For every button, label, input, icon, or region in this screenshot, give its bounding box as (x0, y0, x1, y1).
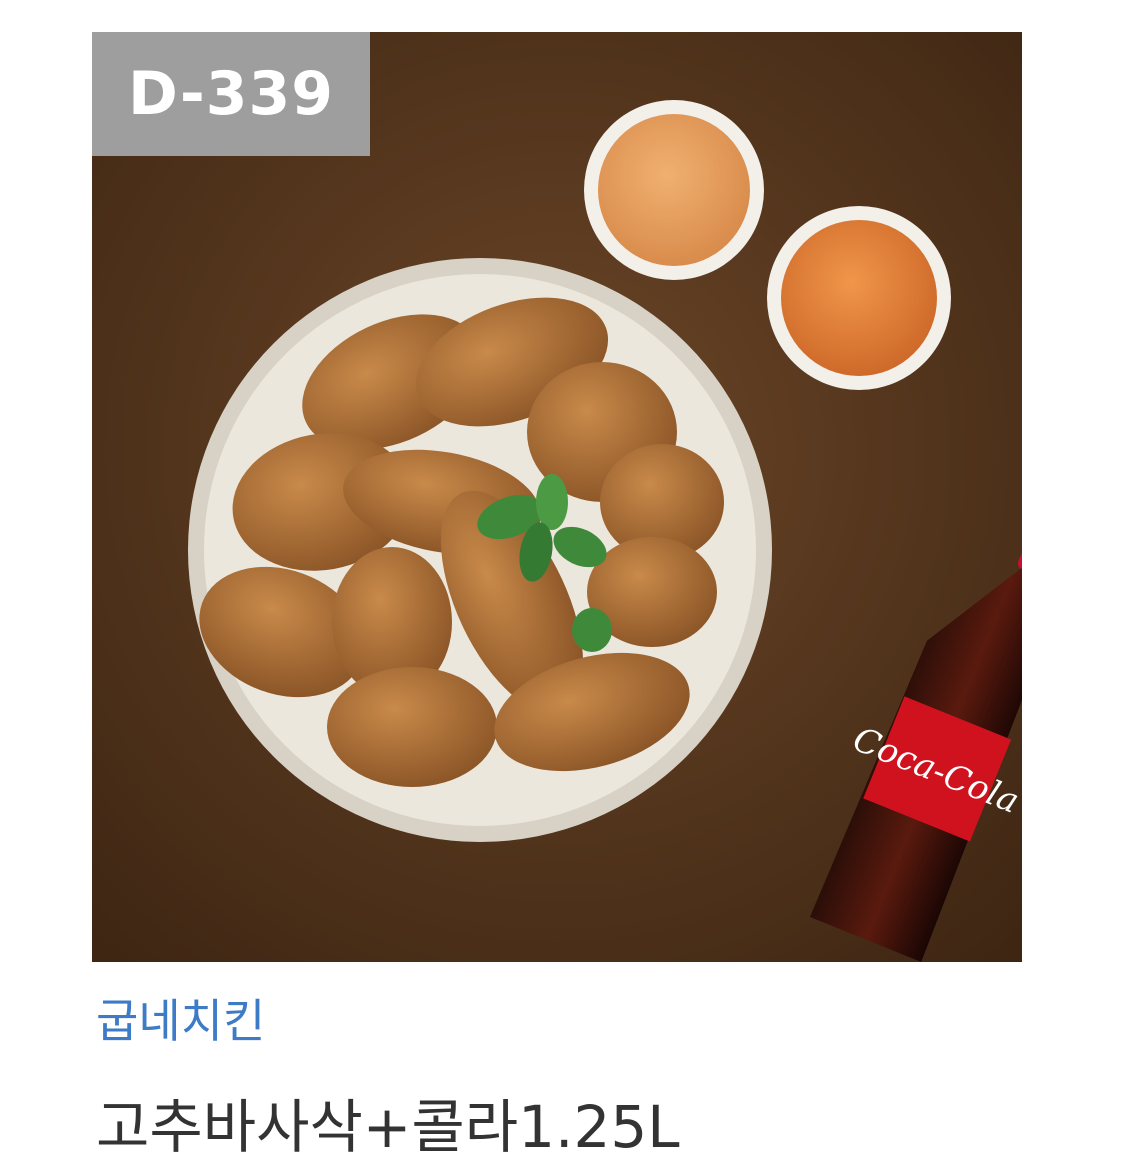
sauce-cup-2 (767, 206, 951, 390)
dday-badge: D-339 (92, 32, 370, 156)
sauce-cup-1 (584, 100, 764, 280)
product-name[interactable]: 고추바사삭+콜라1.25L (96, 1080, 680, 1164)
brand-name[interactable]: 굽네치킨 (96, 985, 265, 1051)
product-image[interactable]: Coca-Cola (92, 32, 1022, 962)
product-photo: Coca-Cola (92, 32, 1022, 962)
